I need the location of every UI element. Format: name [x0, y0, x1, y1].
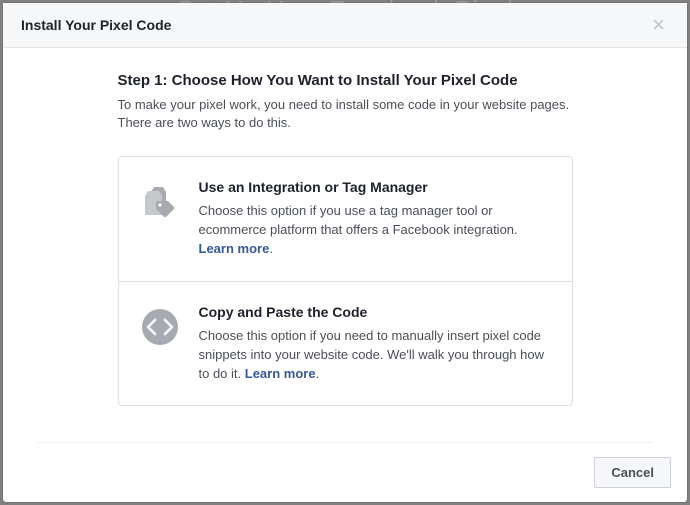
option-integration-tag-manager[interactable]: Use an Integration or Tag Manager Choose…	[119, 157, 572, 281]
shopping-bag-tag-icon	[133, 179, 187, 259]
learn-more-link[interactable]: Learn more	[199, 241, 270, 256]
option-title: Copy and Paste the Code	[199, 304, 548, 320]
install-options: Use an Integration or Tag Manager Choose…	[118, 156, 573, 406]
option-title: Use an Integration or Tag Manager	[199, 179, 548, 195]
close-icon[interactable]: ×	[648, 17, 669, 33]
step-description: To make your pixel work, you need to ins…	[118, 96, 573, 132]
option-copy-paste-code[interactable]: Copy and Paste the Code Choose this opti…	[119, 281, 572, 406]
install-pixel-modal: Install Your Pixel Code × Step 1: Choose…	[3, 3, 687, 502]
learn-more-link[interactable]: Learn more	[245, 366, 316, 381]
modal-footer: Cancel	[3, 443, 687, 502]
step-heading: Step 1: Choose How You Want to Install Y…	[118, 72, 573, 89]
modal-header: Install Your Pixel Code ×	[3, 3, 687, 48]
modal-title: Install Your Pixel Code	[21, 17, 171, 33]
cancel-button[interactable]: Cancel	[594, 457, 671, 488]
code-icon	[133, 304, 187, 384]
option-description: Choose this option if you use a tag mana…	[199, 202, 548, 259]
modal-body: Step 1: Choose How You Want to Install Y…	[3, 48, 687, 442]
option-description: Choose this option if you need to manual…	[199, 327, 548, 384]
